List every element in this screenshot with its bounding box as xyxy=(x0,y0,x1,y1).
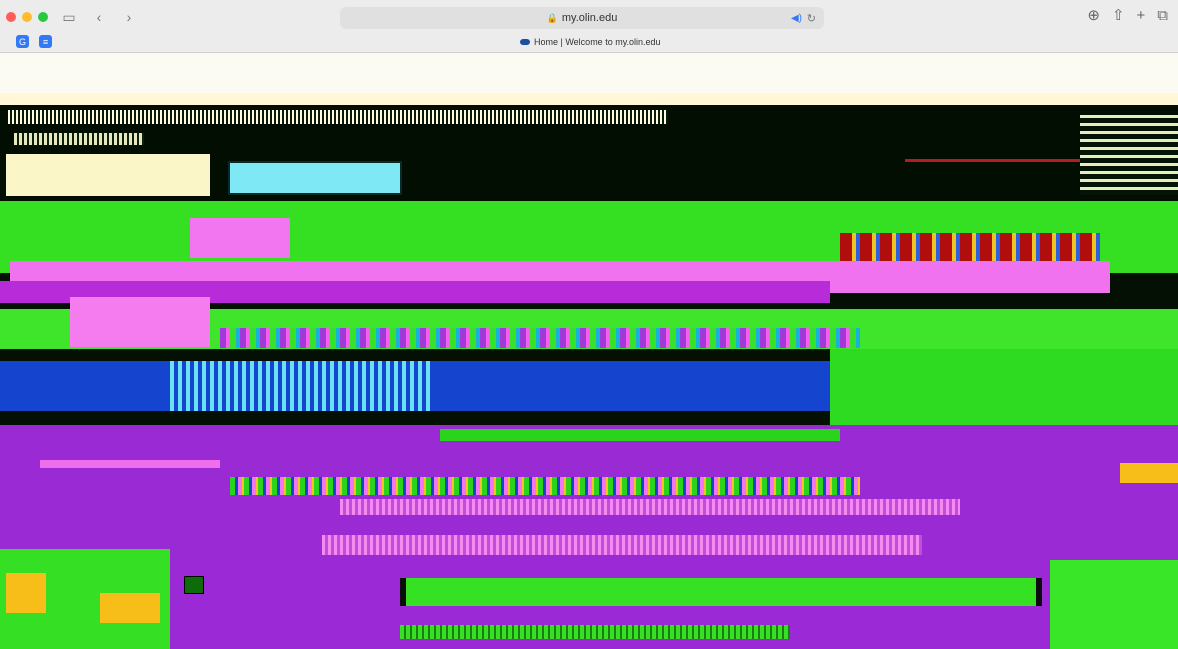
breadcrumb-garbled xyxy=(14,133,144,145)
reader-extension-icon[interactable]: ≡ xyxy=(39,35,52,48)
olin-favicon-icon xyxy=(520,39,530,45)
header-cream-strip xyxy=(0,93,1178,105)
window-controls xyxy=(6,12,48,22)
glitch-noise xyxy=(170,361,430,411)
minimize-window-button[interactable] xyxy=(22,12,32,22)
glitch-noise xyxy=(322,535,922,555)
glitch-block xyxy=(70,297,210,347)
glitch-noise xyxy=(230,477,860,495)
browser-window: ▭ ‹ › 🔒 my.olin.edu ◀) ↻ ⊕ ⇧ + ⧉ G ≡ Hom… xyxy=(0,0,1178,649)
link-garbled[interactable] xyxy=(400,625,790,639)
glitch-bar xyxy=(440,429,840,441)
right-menu-garbled[interactable] xyxy=(1080,115,1178,195)
glitch-noise xyxy=(220,328,860,348)
tab-title: Home | Welcome to my.olin.edu xyxy=(534,37,661,47)
tab-strip: G ≡ Home | Welcome to my.olin.edu xyxy=(0,35,1178,52)
toolbar-right-controls: ⊕ ⇧ + ⧉ xyxy=(1087,6,1168,25)
chevron-left-icon[interactable]: ‹ xyxy=(88,6,110,28)
checkbox-garbled[interactable] xyxy=(184,576,204,594)
zoom-window-button[interactable] xyxy=(38,12,48,22)
address-bar-url: my.olin.edu xyxy=(561,12,618,24)
glitch-block xyxy=(1120,463,1178,483)
banner-text-garbled xyxy=(8,110,668,124)
browser-toolbar: ▭ ‹ › 🔒 my.olin.edu ◀) ↻ ⊕ ⇧ + ⧉ G ≡ Hom… xyxy=(0,0,1178,53)
glitch-noise xyxy=(840,233,1100,261)
glitch-block xyxy=(100,593,160,623)
close-window-button[interactable] xyxy=(6,12,16,22)
glitch-bar xyxy=(40,460,220,468)
speaker-icon[interactable]: ◀) xyxy=(791,13,802,24)
content-region-green-bottom-right xyxy=(1050,560,1178,649)
tabs-icon[interactable]: ⧉ xyxy=(1157,7,1168,24)
glitch-block xyxy=(190,218,290,258)
lock-icon: 🔒 xyxy=(546,12,558,23)
share-icon[interactable]: ⇧ xyxy=(1112,6,1125,24)
search-box-garbled[interactable] xyxy=(6,154,210,196)
web-content xyxy=(0,53,1178,649)
toolbar-left-controls: ▭ ‹ › xyxy=(58,6,140,28)
tab-active[interactable]: Home | Welcome to my.olin.edu xyxy=(520,37,661,47)
glitch-noise xyxy=(340,499,960,515)
chevron-right-icon[interactable]: › xyxy=(118,6,140,28)
sidebar-icon[interactable]: ▭ xyxy=(58,6,80,28)
input-field-garbled[interactable] xyxy=(400,578,1042,606)
plus-icon[interactable]: + xyxy=(1137,7,1146,24)
glitch-block xyxy=(6,573,46,613)
reload-icon[interactable]: ↻ xyxy=(807,12,816,25)
address-bar[interactable]: 🔒 my.olin.edu ◀) ↻ xyxy=(340,7,824,29)
tab-strip-left-buttons: G ≡ xyxy=(16,35,52,48)
grammarly-extension-icon[interactable]: G xyxy=(16,35,29,48)
search-button-garbled[interactable] xyxy=(228,161,402,195)
download-icon[interactable]: ⊕ xyxy=(1087,6,1100,24)
